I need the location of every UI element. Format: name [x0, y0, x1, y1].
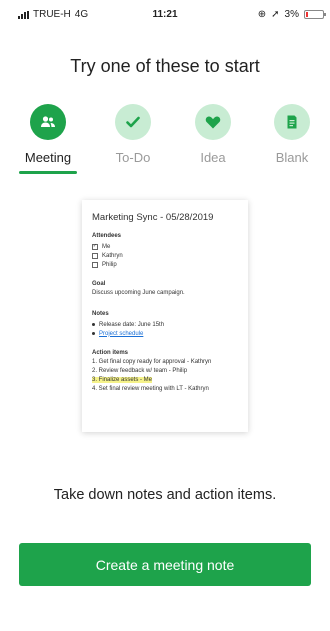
checkbox-checked-icon: ✓ [92, 243, 98, 250]
note-text: Release date: June 15th [99, 321, 165, 328]
create-meeting-note-button[interactable]: Create a meeting note [19, 543, 311, 586]
goal-heading: Goal [92, 281, 106, 287]
location-icon: ➚ [271, 9, 280, 20]
preview-fade [82, 396, 248, 432]
action-item: 2. Review feedback w/ team - Philip [92, 368, 188, 374]
note-item: Release date: June 15th [92, 320, 238, 329]
action-items-heading: Action items [92, 350, 129, 356]
template-label: Blank [275, 150, 309, 165]
action-item: 4. Set final review meeting with LT - Ka… [92, 386, 209, 392]
template-label: Idea [200, 150, 226, 165]
attendee-row: Kathryn [92, 251, 238, 260]
notes-heading: Notes [92, 311, 109, 317]
active-tab-indicator [19, 171, 77, 174]
action-item: 3. Finalize assets - Me [92, 377, 238, 386]
status-right: ⊕ ➚ 3% [257, 9, 326, 20]
checkmark-icon [115, 104, 151, 140]
meeting-people-icon [30, 104, 66, 140]
heart-icon [195, 104, 231, 140]
bullet-icon [92, 332, 95, 335]
attendee-row: Philip [92, 260, 238, 269]
template-label: Meeting [24, 150, 72, 165]
template-meeting[interactable]: Meeting [13, 104, 83, 174]
goal-text: Discuss upcoming June campaign. [92, 290, 185, 296]
template-selector: Meeting To-Do Idea Blank [0, 104, 330, 176]
checkbox-icon [92, 261, 98, 268]
attendee-name: Me [102, 243, 111, 250]
note-icon [274, 104, 310, 140]
template-idea[interactable]: Idea [178, 104, 248, 165]
attendee-name: Kathryn [102, 252, 123, 259]
page-title: Try one of these to start [70, 56, 260, 76]
checkbox-icon [92, 252, 98, 259]
bullet-icon [92, 323, 95, 326]
note-item: Project schedule [92, 329, 238, 338]
template-description: Take down notes and action items. [53, 487, 277, 503]
template-label: To-Do [115, 150, 151, 165]
battery-icon [304, 10, 326, 19]
template-todo[interactable]: To-Do [98, 104, 168, 165]
action-item: 1. Get final copy ready for approval - K… [92, 359, 212, 365]
highlighted-action-item: 3. Finalize assets - Me [92, 377, 153, 383]
status-bar: TRUE-H 4G 11:21 ⊕ ➚ 3% [0, 0, 330, 28]
attendee-name: Philip [102, 261, 117, 268]
template-blank[interactable]: Blank [257, 104, 327, 165]
battery-percent: 3% [284, 9, 299, 20]
attendee-row: ✓ Me [92, 242, 238, 251]
lock-rotation-icon: ⊕ [257, 9, 267, 20]
preview-title: Marketing Sync - 05/28/2019 [92, 212, 214, 223]
attendees-heading: Attendees [92, 233, 122, 239]
project-schedule-link: Project schedule [99, 330, 144, 337]
